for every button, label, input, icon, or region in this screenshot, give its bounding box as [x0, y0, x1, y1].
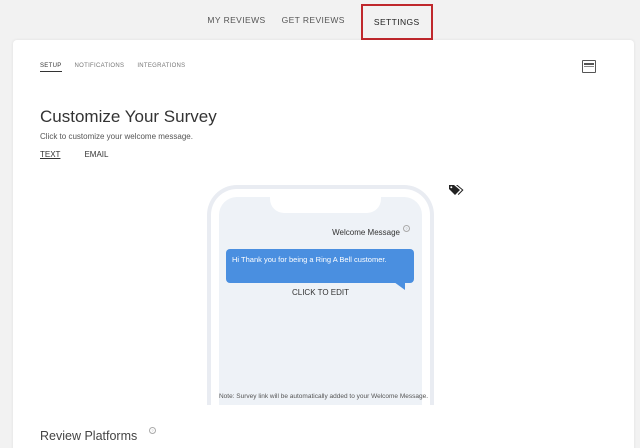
- welcome-message-label: Welcome Message: [332, 228, 400, 237]
- review-platforms-info-icon[interactable]: ?: [149, 427, 156, 434]
- tab-email[interactable]: EMAIL: [84, 150, 108, 159]
- phone-preview: Welcome Message ? Hi Thank you for being…: [207, 185, 434, 405]
- page-subtitle: Click to customize your welcome message.: [40, 132, 193, 141]
- tab-notifications[interactable]: NOTIFICATIONS: [75, 63, 125, 72]
- nav-my-reviews[interactable]: MY REVIEWS: [207, 7, 265, 33]
- welcome-message-bubble[interactable]: Hi Thank you for being a Ring A Bell cus…: [226, 249, 414, 283]
- page-title: Customize Your Survey: [40, 107, 217, 126]
- click-to-edit-link[interactable]: CLICK TO EDIT: [219, 288, 422, 297]
- settings-card: SETUP NOTIFICATIONS INTEGRATIONS Customi…: [13, 40, 634, 448]
- tag-icon[interactable]: [448, 184, 464, 196]
- phone-screen: Welcome Message ? Hi Thank you for being…: [219, 196, 422, 405]
- tab-text[interactable]: TEXT: [40, 150, 60, 159]
- info-icon[interactable]: ?: [403, 225, 410, 232]
- layout-icon[interactable]: [582, 60, 596, 73]
- review-platforms-title: Review Platforms: [40, 429, 138, 443]
- nav-get-reviews[interactable]: GET REVIEWS: [282, 7, 345, 33]
- phone-notch: [270, 196, 381, 213]
- survey-link-note: Note: Survey link will be automatically …: [218, 393, 429, 400]
- nav-settings[interactable]: SETTINGS: [360, 4, 433, 40]
- tab-integrations[interactable]: INTEGRATIONS: [137, 63, 185, 72]
- settings-tabs: SETUP NOTIFICATIONS INTEGRATIONS: [40, 63, 198, 72]
- top-nav: MY REVIEWS GET REVIEWS SETTINGS: [0, 0, 640, 40]
- tab-setup[interactable]: SETUP: [40, 63, 62, 72]
- message-type-tabs: TEXT EMAIL: [40, 150, 132, 159]
